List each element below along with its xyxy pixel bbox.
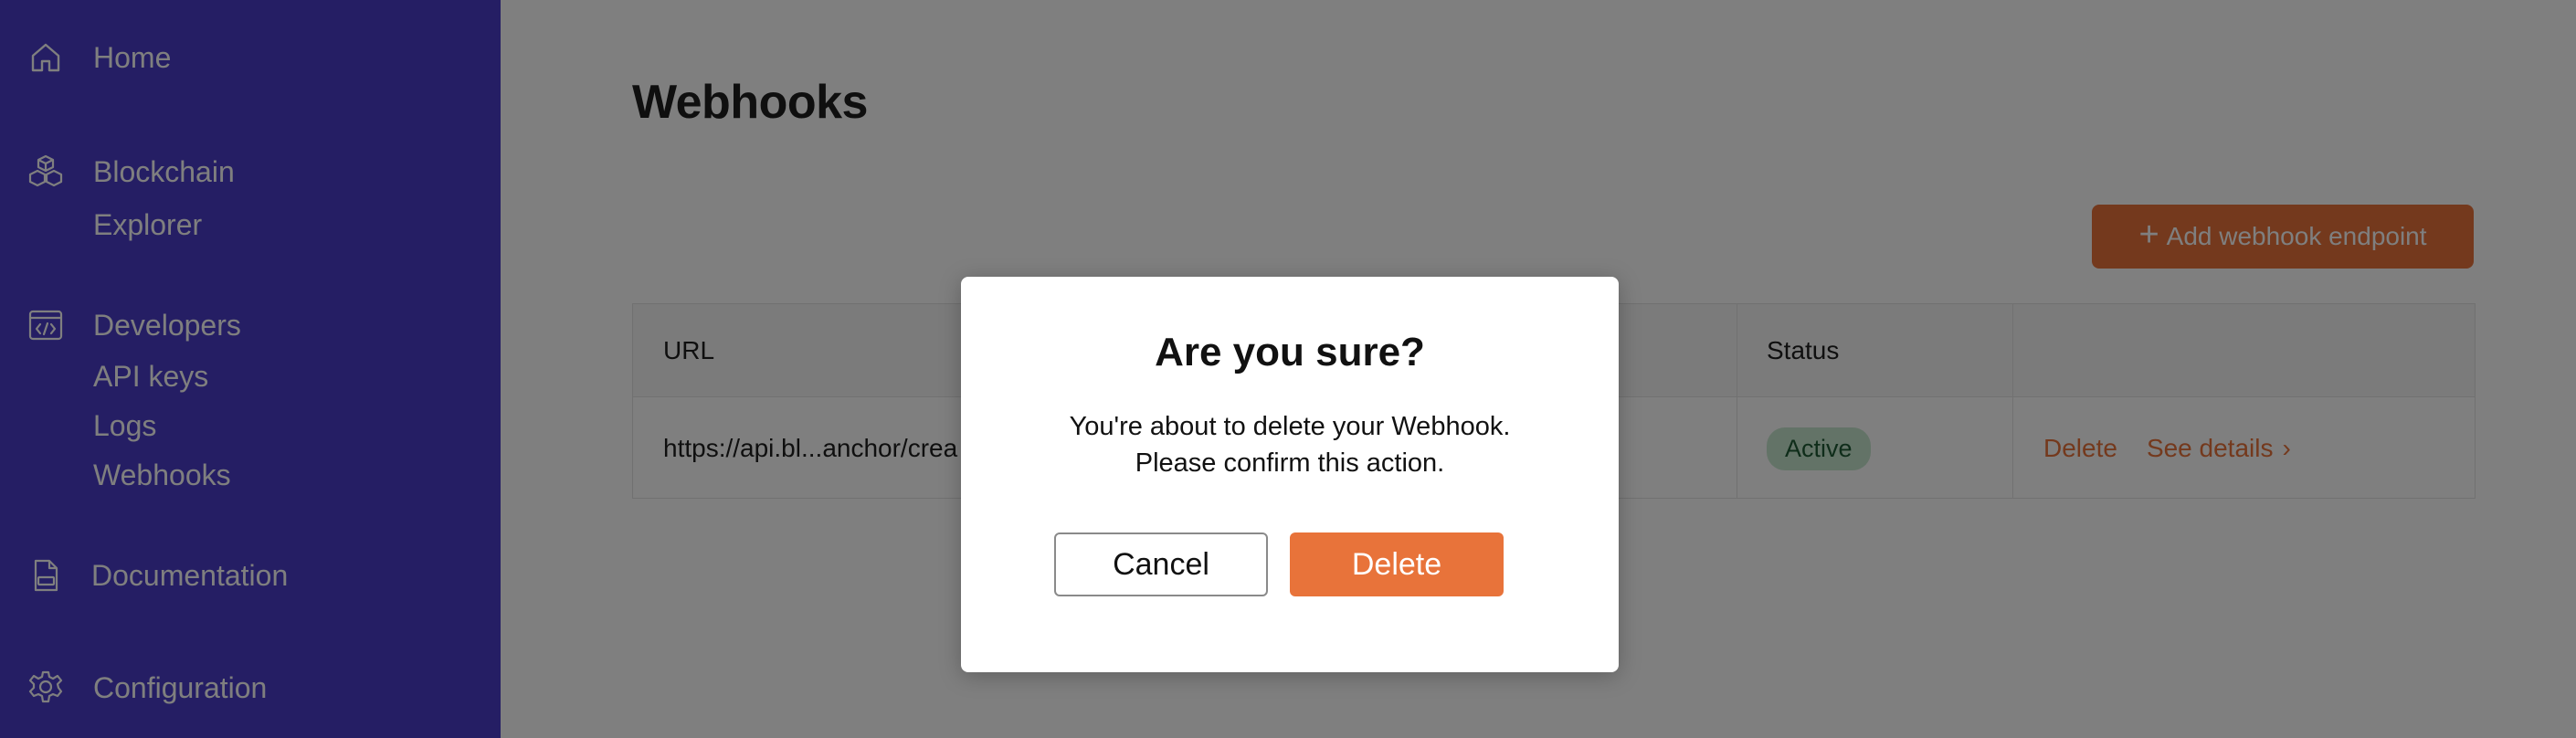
dialog-message-line-1: You're about to delete your Webhook. bbox=[1069, 412, 1511, 441]
cancel-button[interactable]: Cancel bbox=[1054, 532, 1268, 596]
dialog-message-line-2: Please confirm this action. bbox=[1135, 448, 1445, 478]
confirm-delete-button[interactable]: Delete bbox=[1290, 532, 1504, 596]
confirm-delete-dialog: Are you sure? You're about to delete you… bbox=[961, 277, 1619, 672]
dialog-title: Are you sure? bbox=[1155, 330, 1425, 374]
